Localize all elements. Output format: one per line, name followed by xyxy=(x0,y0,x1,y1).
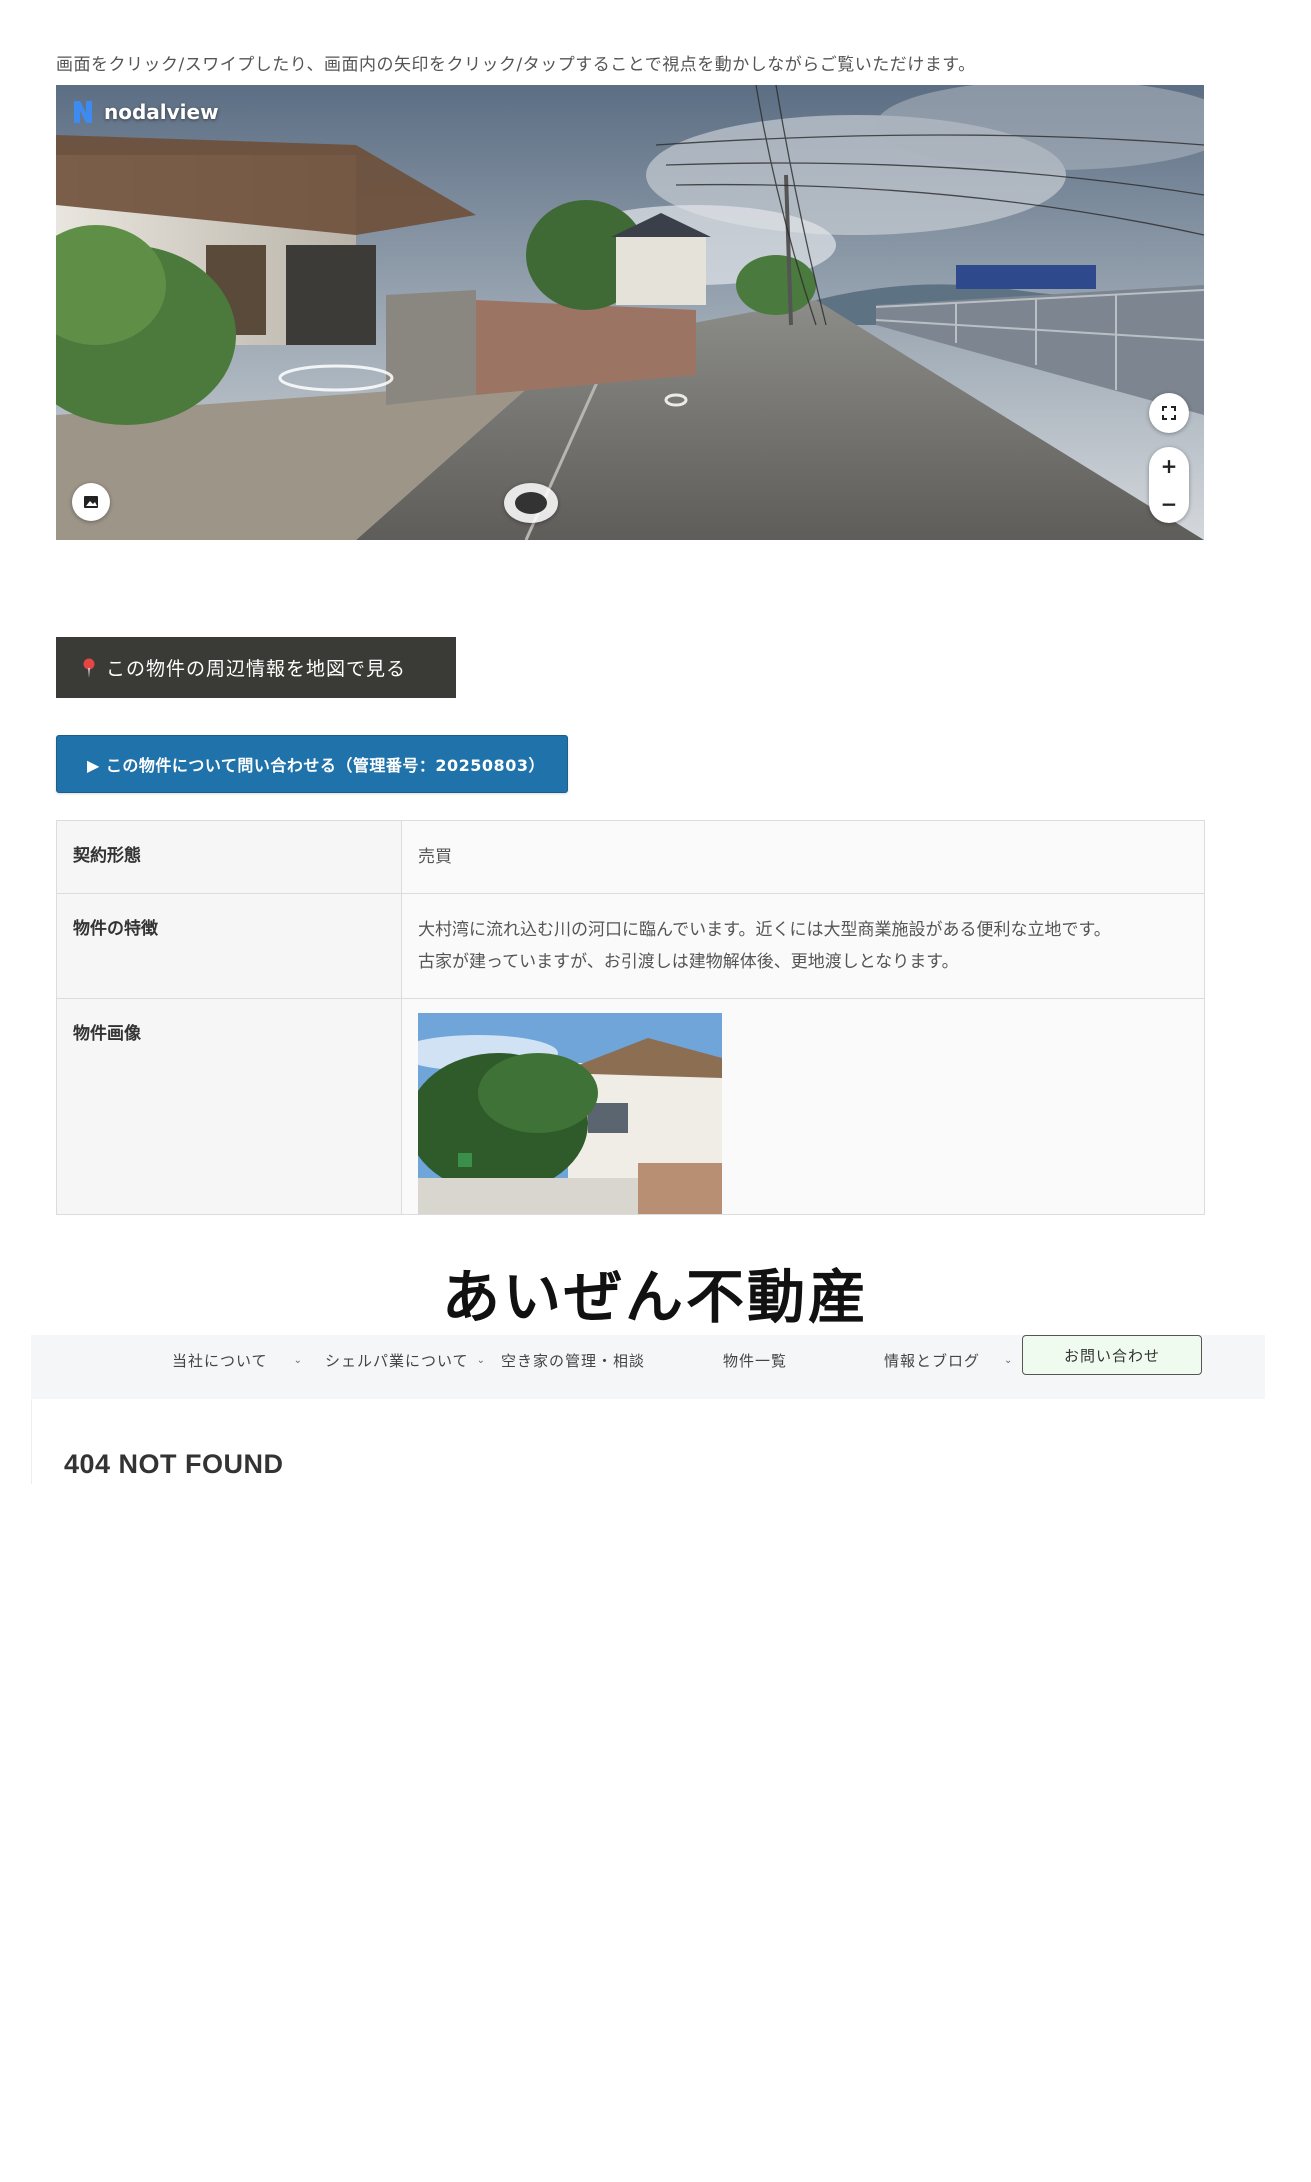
map-pin-icon xyxy=(83,658,95,678)
map-button[interactable]: この物件の周辺情報を地図で見る xyxy=(56,637,456,698)
inquiry-button-label: ▶ この物件について問い合わせる（管理番号：20250803） xyxy=(87,756,545,775)
nodalview-logo-icon xyxy=(74,101,92,123)
zoom-out-icon[interactable]: − xyxy=(1161,494,1178,514)
features-line-1: 大村湾に流れ込む川の河口に臨んでいます。近くには大型商業施設がある便利な立地です… xyxy=(418,920,1111,940)
nav-item-label: 情報とブログ xyxy=(884,1352,981,1370)
nav-item-listings[interactable]: 物件一覧 xyxy=(723,1350,787,1371)
table-row: 契約形態 売買 xyxy=(56,820,1205,894)
page-title: 404 NOT FOUND xyxy=(64,1449,284,1479)
nav-item-about[interactable]: 当社について ⌄ xyxy=(172,1350,303,1371)
photo-cell xyxy=(401,998,1205,1215)
navigation-arrow-button[interactable] xyxy=(504,483,558,523)
chevron-down-icon: ⌄ xyxy=(476,1355,486,1366)
inquiry-button[interactable]: ▶ この物件について問い合わせる（管理番号：20250803） xyxy=(56,735,568,793)
chevron-down-icon: ⌄ xyxy=(293,1355,303,1366)
fullscreen-icon xyxy=(1162,406,1176,420)
gallery-button[interactable] xyxy=(72,483,110,521)
content-area: 404 NOT FOUND xyxy=(31,1399,1265,1484)
main-nav: 当社について ⌄ シェルパ業について ⌄ 空き家の管理・相談 物件一覧 情報とブ… xyxy=(31,1335,1265,1399)
fullscreen-button[interactable] xyxy=(1149,393,1189,433)
table-row: 物件画像 xyxy=(56,998,1205,1215)
map-button-label: この物件の周辺情報を地図で見る xyxy=(106,658,407,680)
panorama-scene[interactable] xyxy=(56,85,1204,540)
contact-button[interactable]: お問い合わせ xyxy=(1022,1335,1202,1375)
navigation-arrow-icon xyxy=(515,492,547,514)
table-row: 物件の特徴 大村湾に流れ込む川の河口に臨んでいます。近くには大型商業施設がある便… xyxy=(56,893,1205,999)
contract-type-value: 売買 xyxy=(401,820,1205,894)
nodalview-brand-text: nodalview xyxy=(104,100,219,124)
features-line-2: 古家が建っていますが、お引渡しは建物解体後、更地渡しとなります。 xyxy=(418,952,959,972)
features-key: 物件の特徴 xyxy=(56,893,402,999)
viewer-instruction: 画面をクリック/スワイプしたり、画面内の矢印をクリック/タップすることで視点を動… xyxy=(56,55,976,75)
site-logo[interactable]: あいぜん不動産 xyxy=(0,1250,1311,1334)
nodalview-brand: nodalview xyxy=(72,99,219,125)
nav-item-label: 物件一覧 xyxy=(723,1352,788,1370)
chevron-down-icon: ⌄ xyxy=(1004,1355,1014,1366)
contract-type-key: 契約形態 xyxy=(56,820,402,894)
property-table: 契約形態 売買 物件の特徴 大村湾に流れ込む川の河口に臨んでいます。近くには大型… xyxy=(56,820,1205,1215)
contact-button-label: お問い合わせ xyxy=(1063,1346,1160,1365)
property-photo[interactable] xyxy=(418,1013,722,1214)
panorama-viewer[interactable]: nodalview + − xyxy=(56,85,1204,540)
zoom-in-icon[interactable]: + xyxy=(1161,456,1178,476)
nav-item-sherpa[interactable]: シェルパ業について ⌄ xyxy=(325,1350,486,1371)
nav-item-blog[interactable]: 情報とブログ ⌄ xyxy=(884,1350,1013,1371)
gallery-icon xyxy=(84,496,98,508)
zoom-control: + − xyxy=(1149,447,1189,523)
nav-item-label: 当社について xyxy=(172,1352,268,1370)
features-value: 大村湾に流れ込む川の河口に臨んでいます。近くには大型商業施設がある便利な立地です… xyxy=(401,893,1205,999)
photo-key: 物件画像 xyxy=(56,998,402,1215)
nav-item-label: 空き家の管理・相談 xyxy=(501,1352,646,1370)
nav-item-vacant-house[interactable]: 空き家の管理・相談 xyxy=(501,1350,645,1371)
nav-item-label: シェルパ業について xyxy=(325,1352,469,1370)
